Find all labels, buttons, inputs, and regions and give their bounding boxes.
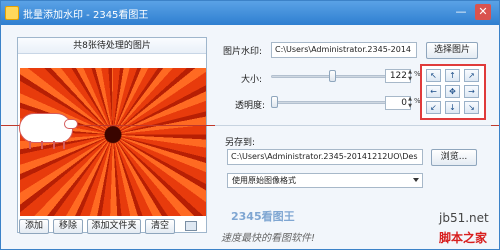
- sheep-watermark-preview: [19, 113, 73, 143]
- pending-images-header: 共8张待处理的图片: [18, 38, 206, 54]
- format-select[interactable]: 使用原始图像格式: [227, 173, 423, 188]
- position-left-button[interactable]: ←: [426, 85, 441, 98]
- position-center-button[interactable]: ✥: [445, 85, 460, 98]
- sheep-leg: [53, 141, 55, 149]
- sheep-head: [64, 119, 78, 129]
- chevron-down-icon: [413, 178, 419, 182]
- image-icon[interactable]: [185, 221, 197, 231]
- sheep-leg: [41, 141, 43, 149]
- close-button[interactable]: ✕: [475, 4, 491, 20]
- position-bottom-button[interactable]: ↓: [445, 101, 460, 114]
- opacity-label: 透明度:: [235, 101, 266, 111]
- position-top-left-button[interactable]: ↖: [426, 69, 441, 82]
- position-bottom-right-button[interactable]: ↘: [464, 101, 479, 114]
- opacity-spinner-icon[interactable]: ▲ ▼: [406, 96, 414, 110]
- position-grid: ↖ ↑ ↗ ← ✥ → ↙ ↓ ↘: [420, 64, 486, 120]
- app-icon: [5, 6, 19, 20]
- sheep-leg: [29, 141, 31, 149]
- batch-watermark-window: 批量添加水印 - 2345看图王 — ✕ 共8张待处理的图片 添加 移除 添加文…: [0, 0, 500, 250]
- size-label: 大小:: [241, 75, 263, 85]
- watermark-path-field[interactable]: C:\Users\Administrator.2345-2014: [271, 42, 417, 58]
- save-path-field[interactable]: C:\Users\Administrator.2345-20141212UO\D…: [227, 149, 423, 165]
- size-slider-thumb[interactable]: [328, 70, 336, 82]
- list-actions: 添加 移除 添加文件夹 清空: [19, 219, 207, 239]
- site-watermark-cn: 脚本之家: [439, 231, 488, 245]
- title-bar: 批量添加水印 - 2345看图王 — ✕: [1, 1, 499, 25]
- section-divider: [215, 125, 491, 126]
- image-watermark-label: 图片水印:: [223, 47, 263, 57]
- opacity-slider[interactable]: [271, 101, 389, 104]
- add-button[interactable]: 添加: [19, 219, 49, 234]
- window-title: 批量添加水印 - 2345看图王: [23, 10, 149, 21]
- clear-button[interactable]: 清空: [145, 219, 175, 234]
- position-top-right-button[interactable]: ↗: [464, 69, 479, 82]
- sheep-leg: [63, 141, 65, 149]
- choose-image-button[interactable]: 选择图片: [426, 42, 478, 59]
- remove-button[interactable]: 移除: [53, 219, 83, 234]
- size-spinner-icon[interactable]: ▲ ▼: [406, 69, 414, 83]
- site-watermark: jb51.net: [439, 211, 489, 225]
- add-folder-button[interactable]: 添加文件夹: [87, 219, 141, 234]
- save-to-label: 另存到:: [225, 138, 256, 148]
- brand-logo: 2345看图王: [231, 210, 295, 223]
- position-right-button[interactable]: →: [464, 85, 479, 98]
- browse-button[interactable]: 浏览...: [431, 149, 477, 166]
- position-bottom-left-button[interactable]: ↙: [426, 101, 441, 114]
- minimize-button[interactable]: —: [453, 4, 469, 20]
- brand-slogan: 速度最快的看图软件!: [221, 233, 316, 244]
- opacity-slider-thumb[interactable]: [271, 96, 278, 108]
- position-top-button[interactable]: ↑: [445, 69, 460, 82]
- format-select-value: 使用原始图像格式: [232, 176, 296, 185]
